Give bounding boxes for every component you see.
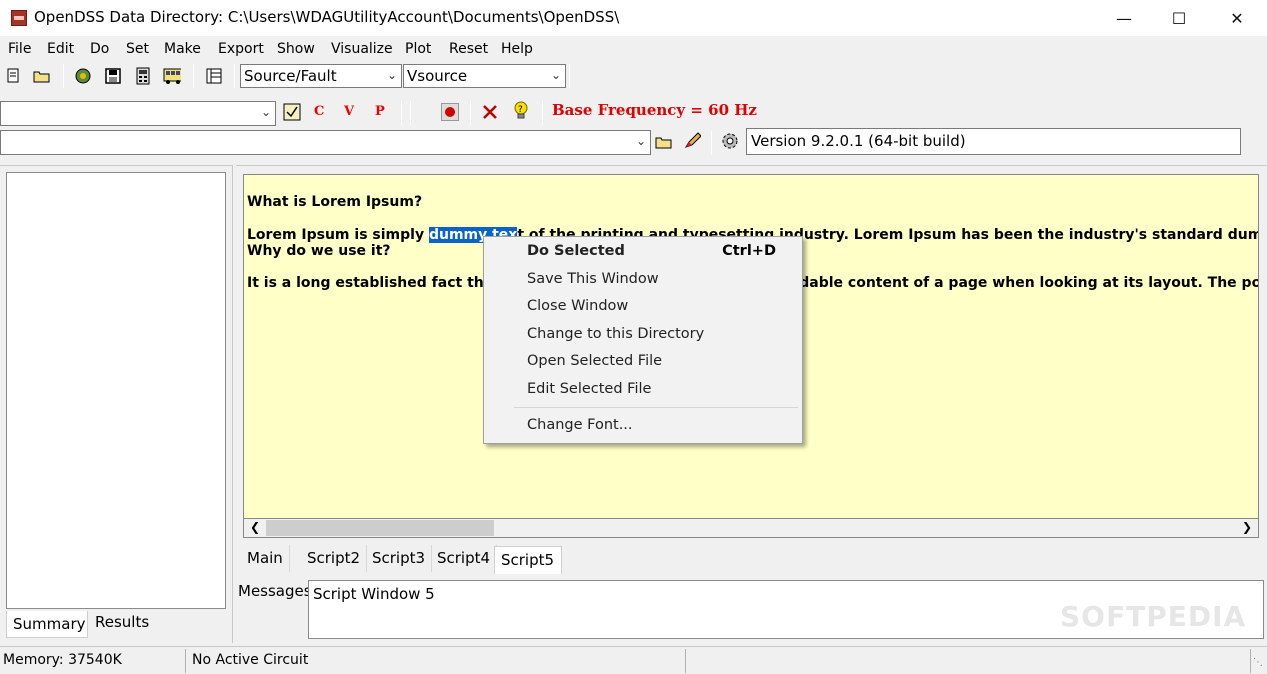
calculator-icon[interactable]: [134, 67, 152, 85]
save-disk-icon[interactable]: [104, 67, 122, 85]
editor-text: Lorem Ipsum is simply: [247, 227, 429, 243]
toolbar-separator: [410, 101, 411, 125]
table-view-icon[interactable]: [205, 67, 223, 85]
menu-file[interactable]: File: [8, 41, 31, 57]
toolbar-separator: [470, 101, 471, 125]
status-divider: [685, 649, 686, 673]
messages-label: Messages: [238, 582, 312, 600]
editor-line: What is Lorem Ipsum?: [247, 194, 423, 210]
tab-main[interactable]: Main: [241, 545, 290, 572]
current-button[interactable]: C: [314, 104, 324, 119]
context-menu: Do Selected Ctrl+D Save This Window Clos…: [483, 236, 803, 444]
edit-pencil-icon[interactable]: [683, 131, 701, 149]
element-select-value: Vsource: [407, 67, 468, 85]
editor-line: Why do we use it?: [247, 243, 391, 259]
menu-set[interactable]: Set: [126, 41, 149, 57]
title-bar: OpenDSS Data Directory: C:\Users\WDAGUti…: [0, 0, 1267, 36]
help-lightbulb-icon[interactable]: ?: [512, 101, 530, 120]
calculator-check-icon[interactable]: [283, 103, 301, 121]
menu-edit[interactable]: Edit: [47, 41, 74, 57]
toolbar-separator: [63, 64, 64, 88]
base-frequency-label: Base Frequency = 60 Hz: [552, 101, 757, 119]
menu-open-selected-file[interactable]: Open Selected File: [527, 353, 662, 369]
menu-change-font[interactable]: Change Font...: [527, 417, 633, 433]
new-file-icon[interactable]: [4, 67, 22, 85]
chevron-down-icon: ⌄: [386, 68, 397, 82]
menu-do-selected[interactable]: Do Selected: [527, 243, 625, 259]
menu-separator: [514, 407, 798, 408]
tab-script2[interactable]: Script2: [301, 545, 368, 572]
circuit-status: No Active Circuit: [192, 652, 309, 668]
horizontal-scrollbar[interactable]: ❮ ❯: [243, 519, 1259, 538]
chevron-down-icon: ⌄: [260, 105, 271, 119]
voltage-button[interactable]: V: [344, 104, 354, 119]
menu-change-directory[interactable]: Change to this Directory: [527, 326, 704, 342]
scroll-right-icon[interactable]: ❯: [1242, 520, 1252, 534]
svg-text:?: ?: [518, 105, 523, 115]
toolbar-separator: [711, 131, 712, 155]
softpedia-watermark: SOFTPEDIA: [1060, 600, 1247, 633]
record-icon[interactable]: [441, 103, 459, 121]
window-title: OpenDSS Data Directory: C:\Users\WDAGUti…: [34, 8, 620, 26]
menu-help[interactable]: Help: [501, 41, 533, 57]
menu-make[interactable]: Make: [164, 41, 201, 57]
toolbar-separator: [401, 101, 402, 125]
bus-icon[interactable]: [163, 67, 181, 85]
summary-panel: [6, 172, 226, 609]
open-folder-icon[interactable]: [33, 67, 51, 85]
do-selected-shortcut: Ctrl+D: [722, 243, 776, 259]
tab-script5[interactable]: Script5: [494, 546, 562, 574]
divider: [236, 165, 1267, 166]
toolbar-separator: [193, 64, 194, 88]
stop-x-icon[interactable]: [481, 103, 499, 121]
menu-close-window[interactable]: Close Window: [527, 298, 628, 314]
menu-do[interactable]: Do: [90, 41, 109, 57]
memory-status: Memory: 37540K: [3, 652, 122, 668]
element-select[interactable]: Vsource ⌄: [403, 64, 566, 88]
directory-path-select[interactable]: ⌄: [0, 130, 651, 155]
minimize-button[interactable]: —: [1097, 0, 1151, 36]
status-bar: Memory: 37540K No Active Circuit ⋱: [0, 646, 1267, 674]
compile-icon[interactable]: [74, 67, 92, 85]
tab-script4[interactable]: Script4: [431, 545, 498, 572]
opendss-app-icon: [11, 10, 27, 26]
tab-script3[interactable]: Script3: [366, 545, 433, 572]
toolbar-separator: [569, 64, 570, 88]
menu-reset[interactable]: Reset: [449, 41, 488, 57]
close-button[interactable]: ✕: [1210, 0, 1264, 36]
chevron-down-icon: ⌄: [635, 134, 646, 148]
maximize-button[interactable]: ☐: [1152, 0, 1206, 36]
resize-grip-icon[interactable]: ⋱: [1253, 657, 1263, 668]
menu-edit-selected-file[interactable]: Edit Selected File: [527, 381, 651, 397]
menu-show[interactable]: Show: [277, 41, 315, 57]
scrollbar-thumb[interactable]: [266, 520, 494, 536]
version-box: Version 9.2.0.1 (64-bit build): [746, 128, 1241, 155]
power-button[interactable]: P: [375, 104, 385, 119]
menu-plot[interactable]: Plot: [405, 41, 431, 57]
scroll-left-icon[interactable]: ❮: [250, 520, 260, 534]
status-divider: [185, 649, 186, 673]
menu-save-window[interactable]: Save This Window: [527, 271, 659, 287]
tab-summary[interactable]: Summary: [6, 611, 88, 638]
command-history-select[interactable]: ⌄: [0, 101, 276, 126]
tab-results[interactable]: Results: [89, 609, 155, 636]
open-folder-icon[interactable]: [655, 133, 673, 151]
class-select[interactable]: Source/Fault ⌄: [240, 64, 402, 88]
class-select-value: Source/Fault: [244, 67, 337, 85]
toolbar-separator: [542, 101, 543, 125]
menu-visualize[interactable]: Visualize: [331, 41, 393, 57]
toolbar-separator: [234, 64, 235, 88]
status-divider: [1250, 649, 1251, 673]
settings-gear-icon[interactable]: [721, 132, 739, 150]
chevron-down-icon: ⌄: [550, 68, 561, 82]
menu-bar: File Edit Do Set Make Export Show Visual…: [0, 37, 1267, 61]
menu-export[interactable]: Export: [218, 41, 264, 57]
